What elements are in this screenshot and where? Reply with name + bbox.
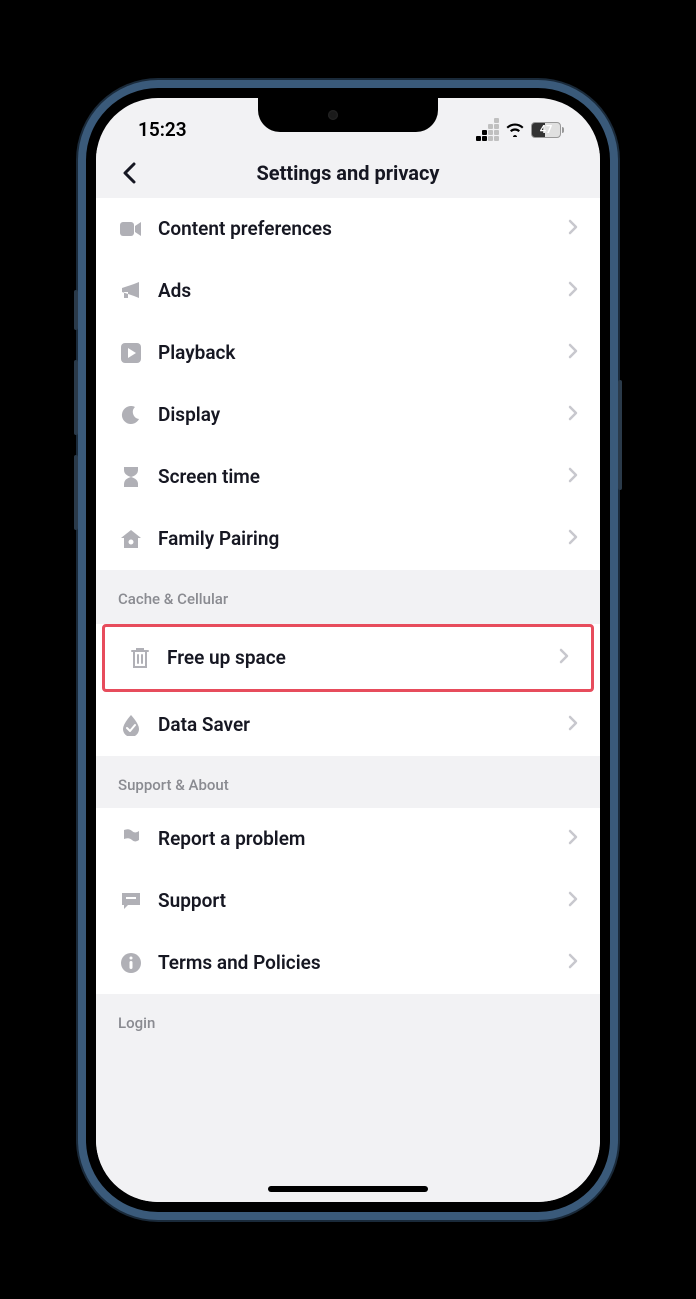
front-camera [328, 110, 338, 120]
row-content-preferences[interactable]: Content preferences [96, 198, 600, 260]
row-ads[interactable]: Ads [96, 260, 600, 322]
chevron-right-icon [568, 467, 578, 487]
power-button [618, 380, 622, 490]
row-family-pairing[interactable]: Family Pairing [96, 508, 600, 570]
status-time: 15:23 [126, 118, 187, 141]
section-header-support: Support & About [96, 756, 600, 808]
chevron-right-icon [568, 405, 578, 425]
row-label: Screen time [158, 465, 568, 488]
chevron-right-icon [568, 829, 578, 849]
screen: 15:23 47 [96, 98, 600, 1202]
row-label: Content preferences [158, 217, 568, 240]
nav-header: Settings and privacy [96, 148, 600, 198]
play-icon [118, 340, 144, 366]
row-playback[interactable]: Playback [96, 322, 600, 384]
chevron-right-icon [568, 891, 578, 911]
notch [258, 98, 438, 132]
row-label: Support [158, 889, 568, 912]
row-support[interactable]: Support [96, 870, 600, 932]
chat-icon [118, 888, 144, 914]
megaphone-icon [118, 278, 144, 304]
hourglass-icon [118, 464, 144, 490]
phone-frame: 15:23 47 [78, 80, 618, 1220]
row-label: Free up space [167, 646, 559, 669]
chevron-right-icon [568, 281, 578, 301]
chevron-right-icon [568, 219, 578, 239]
info-icon [118, 950, 144, 976]
section-header-login: Login [96, 994, 600, 1046]
row-label: Report a problem [158, 827, 568, 850]
cellular-signal-icon [476, 118, 499, 141]
row-report-problem[interactable]: Report a problem [96, 808, 600, 870]
chevron-right-icon [559, 648, 569, 668]
droplet-icon [118, 712, 144, 738]
volume-down [74, 455, 78, 530]
row-data-saver[interactable]: Data Saver [96, 694, 600, 756]
back-button[interactable] [114, 158, 144, 188]
home-indicator[interactable] [268, 1186, 428, 1192]
mute-switch [74, 290, 78, 330]
chevron-right-icon [568, 529, 578, 549]
section-header-cache: Cache & Cellular [96, 570, 600, 622]
chevron-right-icon [568, 953, 578, 973]
row-label: Terms and Policies [158, 951, 568, 974]
settings-content[interactable]: Content preferences Ads [96, 198, 600, 1202]
row-label: Ads [158, 279, 568, 302]
row-label: Playback [158, 341, 568, 364]
wifi-icon [505, 122, 525, 137]
battery-level: 47 [531, 122, 561, 138]
volume-up [74, 360, 78, 435]
page-title: Settings and privacy [256, 161, 439, 185]
video-icon [118, 216, 144, 242]
row-label: Family Pairing [158, 527, 568, 550]
row-label: Display [158, 403, 568, 426]
row-free-up-space[interactable]: Free up space [102, 624, 594, 692]
row-terms-policies[interactable]: Terms and Policies [96, 932, 600, 994]
moon-icon [118, 402, 144, 428]
trash-icon [127, 645, 153, 671]
battery-icon: 47 [531, 122, 564, 138]
flag-icon [118, 826, 144, 852]
chevron-right-icon [568, 715, 578, 735]
chevron-right-icon [568, 343, 578, 363]
row-display[interactable]: Display [96, 384, 600, 446]
row-screen-time[interactable]: Screen time [96, 446, 600, 508]
row-label: Data Saver [158, 713, 568, 736]
home-icon [118, 526, 144, 552]
